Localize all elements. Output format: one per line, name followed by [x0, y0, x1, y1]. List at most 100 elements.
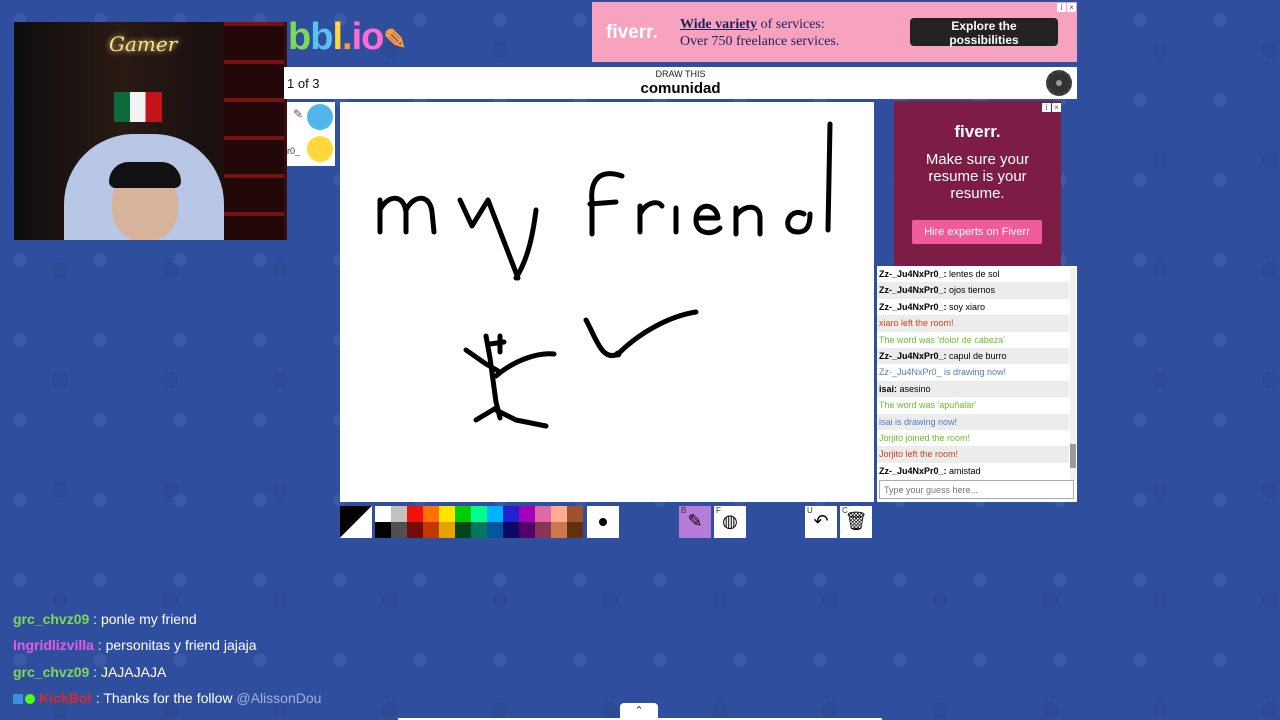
chat-message-text: The word was 'apuñalar': [879, 400, 976, 411]
color-swatch[interactable]: [503, 506, 519, 522]
chat-message-text: ojos tiernos: [946, 285, 996, 296]
game-logo[interactable]: bbl.io✎: [288, 16, 407, 59]
game-header: 1 of 3 DRAW THIS comunidad: [284, 67, 1077, 99]
color-swatch[interactable]: [487, 522, 503, 538]
webcam-flag: [114, 92, 162, 122]
color-swatch[interactable]: [567, 506, 583, 522]
color-preview[interactable]: [340, 506, 372, 538]
stream-chat-mention[interactable]: @AlissonDou: [236, 690, 321, 706]
game-chat: Zz-_Ju4NxPr0_: lentes de sol Zz-_Ju4NxPr0…: [877, 266, 1077, 502]
chat-message-user: Zz-_Ju4NxPr0_:: [879, 269, 947, 279]
fill-tool-button[interactable]: F ◍: [714, 506, 746, 538]
clear-canvas-button[interactable]: C 🗑: [840, 506, 872, 538]
color-swatch[interactable]: [407, 522, 423, 538]
color-swatch[interactable]: [391, 506, 407, 522]
chat-message-user: Zz-_Ju4NxPr0_:: [879, 465, 947, 476]
stream-chat-message: KickBot : Thanks for the follow @Alisson…: [13, 688, 573, 714]
settings-gear-icon[interactable]: [1046, 70, 1072, 96]
chat-message: Zz-_Ju4NxPr0_: soy xiaro: [877, 299, 1069, 315]
chat-message: The word was 'apuñalar': [877, 397, 1069, 413]
fiverr-logo: fiverr.: [606, 22, 658, 43]
bot-badge-icon: [13, 694, 23, 705]
stream-chat-user[interactable]: grc_chvz09: [13, 664, 89, 680]
color-swatch[interactable]: [375, 522, 391, 538]
ad-close-icon[interactable]: ×: [1067, 3, 1076, 12]
pencil-icon: ✎: [687, 511, 703, 531]
player-avatar: [307, 104, 333, 130]
drawn-letter-r: [637, 200, 665, 235]
chat-message-text: xiaro left the room!: [879, 318, 954, 329]
brush-tool-button[interactable]: B ✎: [679, 506, 711, 538]
color-swatch[interactable]: [439, 506, 455, 522]
chat-message: xiaro left the room!: [877, 315, 1069, 332]
ad-info-icon[interactable]: i: [1057, 3, 1066, 12]
player-list: ✎ r0_: [287, 102, 335, 166]
color-swatch[interactable]: [375, 506, 391, 522]
trash-icon: 🗑: [844, 511, 868, 531]
color-swatch[interactable]: [423, 506, 439, 522]
color-swatch[interactable]: [535, 506, 551, 522]
chat-message: Zz-_Ju4NxPr0_ is drawing now!: [877, 364, 1069, 380]
chat-message: Zz-_Ju4NxPr0_: amistad: [877, 463, 1069, 479]
chat-message: Zz-_Ju4NxPr0_: lentes de sol: [877, 266, 1069, 282]
color-swatch[interactable]: [471, 506, 487, 522]
color-swatch[interactable]: [471, 522, 487, 538]
player-row[interactable]: r0_: [287, 134, 335, 166]
webcam-shelf: [224, 22, 284, 240]
color-swatch[interactable]: [567, 522, 583, 538]
stream-chat-user[interactable]: Ingridlizvilla: [13, 637, 94, 653]
chat-message-text: Jorjito left the room!: [879, 449, 959, 460]
color-swatch[interactable]: [391, 522, 407, 538]
stream-chat-separator: :: [91, 690, 104, 707]
color-swatch[interactable]: [407, 506, 423, 522]
stream-chat-separator: :: [89, 611, 101, 627]
color-swatch[interactable]: [455, 522, 471, 538]
chat-message-text: isai is drawing now!: [879, 416, 958, 427]
color-swatch[interactable]: [455, 506, 471, 522]
stream-chat-user[interactable]: KickBot: [39, 690, 92, 706]
ad-info-icon[interactable]: i: [1042, 103, 1051, 112]
side-ad-banner[interactable]: fiverr. Make sure your resume is your re…: [894, 101, 1061, 268]
chat-message: isai is drawing now!: [877, 413, 1069, 430]
color-swatch[interactable]: [423, 522, 439, 538]
drawn-letter-e: [693, 203, 723, 236]
color-swatch[interactable]: [551, 522, 567, 538]
player-row[interactable]: ✎: [287, 102, 335, 134]
color-swatch[interactable]: [519, 506, 535, 522]
stream-chat-separator: :: [89, 663, 101, 680]
hire-experts-button[interactable]: Hire experts on Fiverr: [912, 220, 1042, 244]
color-swatch[interactable]: [551, 506, 567, 522]
pencil-icon: ✎: [293, 107, 304, 121]
verified-badge-icon: [25, 694, 35, 705]
brush-size-button[interactable]: [587, 506, 619, 538]
explore-possibilities-button[interactable]: Explore the possibilities: [910, 18, 1058, 47]
ad-text: Wide variety of services: Over 750 freel…: [680, 16, 839, 50]
top-ad-banner[interactable]: fiverr. Wide variety of services: Over 7…: [592, 2, 1077, 62]
color-swatch[interactable]: [519, 522, 535, 538]
color-swatch[interactable]: [503, 522, 519, 538]
chat-scrollbar[interactable]: [1070, 268, 1076, 480]
ad-close-icon[interactable]: ×: [1052, 103, 1061, 112]
stream-chat-message: Ingridlizvilla : personitas y friend jaj…: [13, 635, 573, 661]
chat-message-list[interactable]: Zz-_Ju4NxPr0_: lentes de sol Zz-_Ju4NxPr0…: [877, 266, 1069, 482]
chat-message-user: Zz-_Ju4NxPr0_:: [879, 301, 947, 312]
guess-input[interactable]: [879, 480, 1074, 499]
chat-message-text: Zz-_Ju4NxPr0_ is drawing now!: [879, 367, 1007, 378]
undo-icon: ↶: [813, 511, 829, 531]
drawn-letter-d: [785, 121, 833, 235]
chat-message-text: soy xiaro: [946, 301, 986, 312]
color-swatch[interactable]: [439, 522, 455, 538]
color-swatch[interactable]: [487, 506, 503, 522]
stream-chat-user[interactable]: grc_chvz09: [13, 611, 89, 627]
chat-message: Zz-_Ju4NxPr0_: ojos tiernos: [877, 282, 1069, 299]
scrollbar-thumb[interactable]: [1070, 444, 1076, 468]
stream-chat-text: Thanks for the follow: [103, 690, 237, 707]
chat-message: Zz-_Ju4NxPr0_: capul de burro: [877, 347, 1069, 365]
stream-chat-separator: :: [93, 637, 106, 654]
color-swatch[interactable]: [535, 522, 551, 538]
chat-message-user: Zz-_Ju4NxPr0_:: [879, 350, 947, 361]
drawing-canvas[interactable]: [340, 102, 874, 502]
bucket-icon: ◍: [722, 511, 738, 531]
undo-button[interactable]: U ↶: [805, 506, 837, 538]
webcam-overlay: Gamer: [14, 22, 287, 240]
